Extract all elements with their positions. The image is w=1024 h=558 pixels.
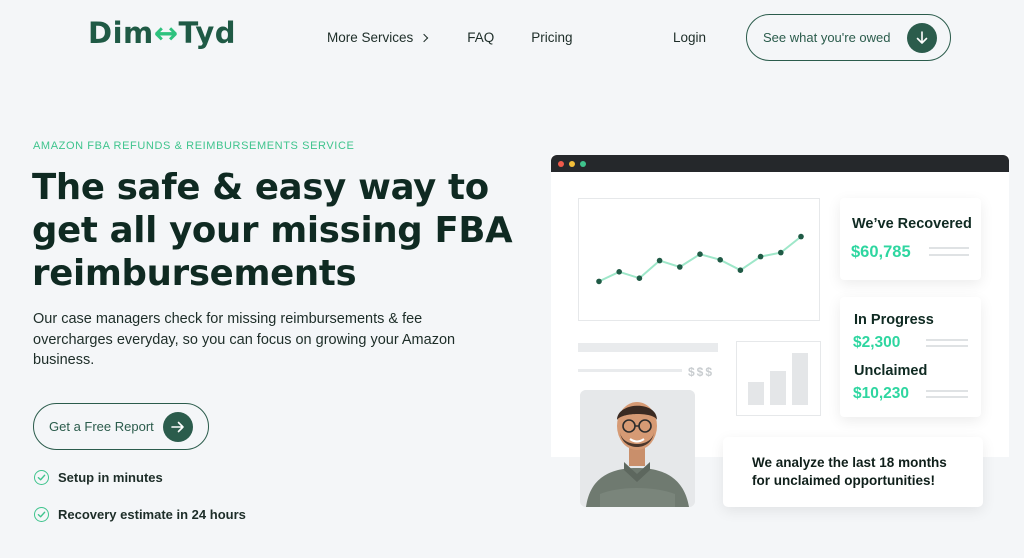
logo[interactable]: Dim↔Tyd: [88, 16, 236, 50]
person-photo: [580, 390, 695, 507]
recovered-title: We’ve Recovered: [852, 216, 972, 232]
placeholder-line: [578, 369, 682, 372]
feature-label: Setup in minutes: [58, 470, 163, 485]
window-dot-green: [580, 161, 586, 167]
in-progress-value: $2,300: [853, 334, 901, 351]
line-chart: [596, 233, 804, 285]
chart-point: [737, 267, 744, 273]
placeholder-line: [926, 339, 968, 341]
window-dot-yellow: [569, 161, 575, 167]
chart-line: [598, 235, 802, 283]
chart-point: [778, 249, 784, 256]
chart-point: [677, 264, 683, 270]
placeholder-line: [926, 345, 968, 347]
dollar-placeholder: $$$: [688, 365, 715, 379]
line-chart-panel: [578, 198, 820, 321]
browser-title-bar: [551, 155, 1009, 172]
get-free-report-label: Get a Free Report: [49, 419, 154, 434]
main-nav: More Services FAQ Pricing: [327, 30, 573, 45]
placeholder-line: [926, 396, 968, 398]
feature-item: Recovery estimate in 24 hours: [34, 507, 246, 522]
chart-point: [798, 233, 804, 240]
nav-faq[interactable]: FAQ: [467, 30, 494, 45]
recovered-card: We’ve Recovered $60,785: [840, 198, 981, 280]
placeholder-line: [929, 247, 969, 249]
chart-point: [697, 251, 703, 257]
chart-point: [757, 253, 764, 260]
chart-point: [616, 269, 622, 275]
unclaimed-value: $10,230: [853, 385, 910, 402]
window-dot-red: [558, 161, 564, 167]
recovered-value: $60,785: [851, 243, 911, 261]
placeholder-bar: [578, 343, 718, 352]
nav-pricing[interactable]: Pricing: [531, 30, 572, 45]
chart-point: [596, 278, 602, 285]
check-circle-icon: [34, 470, 49, 485]
placeholder-line: [929, 254, 969, 256]
status-card: In Progress $2,300 Unclaimed $10,230: [840, 297, 981, 417]
hero-headline: The safe & easy way to get all your miss…: [32, 167, 513, 294]
feature-item: Setup in minutes: [34, 470, 163, 485]
site-header: Dim↔Tyd More Services FAQ Pricing Login …: [0, 0, 1024, 80]
chart-point: [717, 257, 723, 263]
chart-point: [636, 275, 643, 281]
analyze-text: We analyze the last 18 months for unclai…: [752, 455, 947, 488]
logo-mark: ↔: [153, 16, 179, 50]
analyze-card: We analyze the last 18 months for unclai…: [723, 437, 983, 507]
mini-bar: [792, 353, 808, 405]
mini-bar: [770, 371, 786, 405]
logo-text-right: Tyd: [178, 16, 237, 50]
get-free-report-button[interactable]: Get a Free Report: [33, 403, 209, 450]
check-circle-icon: [34, 507, 49, 522]
nav-more-services-label: More Services: [327, 30, 414, 45]
mini-bar: [748, 382, 764, 405]
arrow-right-icon: [163, 412, 193, 442]
see-what-owed-label: See what you're owed: [763, 30, 891, 45]
logo-text-left: Dim: [88, 16, 154, 50]
bar-chart-panel: [736, 341, 821, 416]
placeholder-line: [926, 390, 968, 392]
feature-label: Recovery estimate in 24 hours: [58, 507, 246, 522]
hero-subtext: Our case managers check for missing reim…: [33, 311, 456, 368]
chevron-right-icon: [420, 33, 429, 42]
in-progress-title: In Progress: [854, 312, 934, 328]
arrow-down-icon: [907, 23, 937, 53]
hero-eyebrow: AMAZON FBA REFUNDS & REIMBURSEMENTS SERV…: [33, 140, 355, 152]
chart-point: [656, 257, 663, 264]
see-what-owed-button[interactable]: See what you're owed: [746, 14, 951, 61]
nav-more-services[interactable]: More Services: [327, 30, 429, 45]
login-link[interactable]: Login: [673, 30, 706, 45]
unclaimed-title: Unclaimed: [854, 363, 928, 379]
